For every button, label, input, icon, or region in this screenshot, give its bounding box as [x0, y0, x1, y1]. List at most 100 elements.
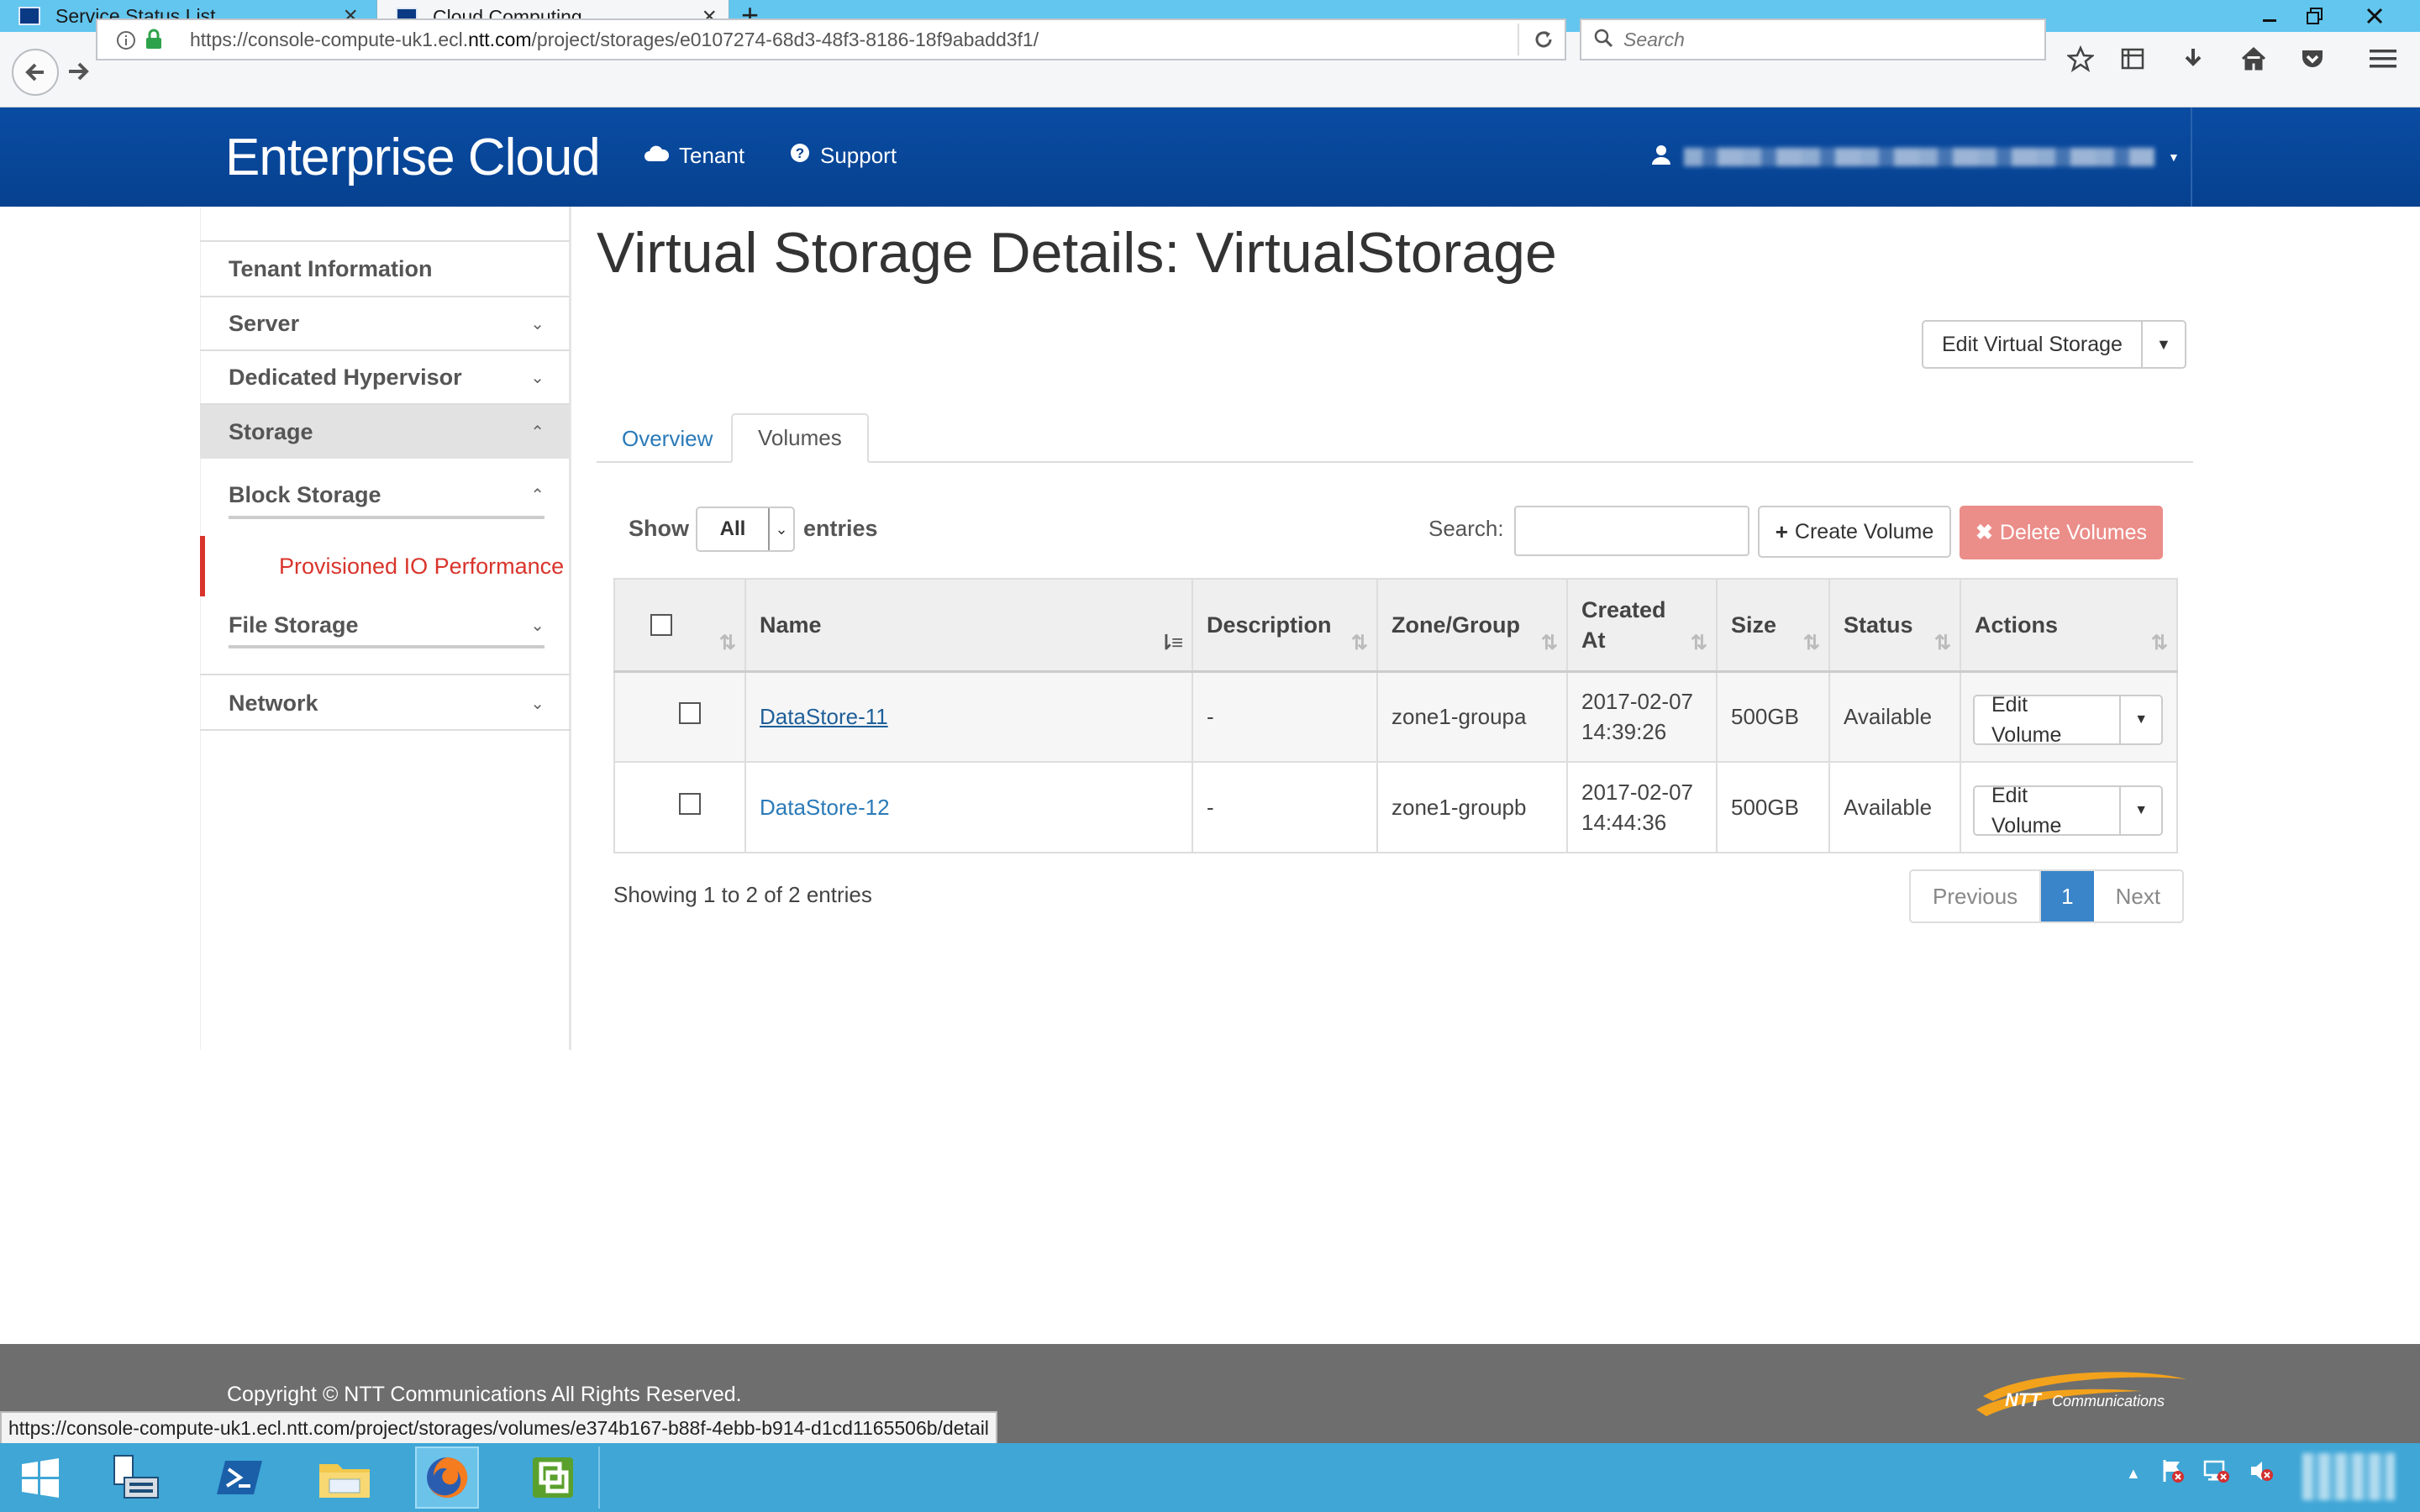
nav-support[interactable]: ? Support	[790, 143, 897, 169]
column-header-size[interactable]: Size ⇅	[1716, 578, 1830, 673]
browser-search-box[interactable]	[1580, 18, 2046, 60]
create-volume-label: Create Volume	[1794, 519, 1934, 543]
edit-volume-button[interactable]: Edit Volume	[1975, 784, 2122, 837]
search-icon	[1593, 28, 1613, 52]
status-cell: Available	[1828, 670, 1961, 763]
nav-support-label: Support	[820, 143, 897, 168]
url-text[interactable]: https://console-compute-uk1.ecl.ntt.com/…	[190, 29, 1039, 51]
edit-volume-button[interactable]: Edit Volume	[1975, 693, 2122, 747]
create-volume-button[interactable]: + Create Volume	[1758, 506, 1951, 558]
user-menu[interactable]: ▼	[1652, 144, 2180, 169]
address-bar[interactable]: https://console-compute-uk1.ecl.ntt.com/…	[96, 18, 1566, 60]
tab-volumes[interactable]: Volumes	[731, 413, 869, 463]
sidebar-item-label: File Storage	[229, 612, 359, 638]
edit-volume-button-group: Edit Volume ▼	[1973, 693, 2163, 747]
volume-name-link[interactable]: DataStore-11	[760, 704, 888, 729]
sidebar-item-dedicated-hypervisor[interactable]: Dedicated Hypervisor ⌄	[200, 349, 570, 403]
chevron-up-icon: ⌃	[530, 423, 544, 442]
bookmark-star-icon[interactable]	[2062, 40, 2099, 77]
sort-descending-icon[interactable]: ⇂≡	[1158, 628, 1183, 659]
close-window-icon[interactable]	[2349, 0, 2400, 32]
entries-per-page-select[interactable]: All ⌄	[696, 507, 795, 552]
minimize-window-icon[interactable]	[2249, 0, 2291, 32]
pagination-page-1[interactable]: 1	[2041, 871, 2094, 921]
sidebar-item-server[interactable]: Server ⌄	[200, 296, 570, 349]
actions-cell: Edit Volume ▼	[1960, 761, 2178, 853]
caret-down-icon[interactable]: ▼	[2121, 787, 2161, 834]
firefox-taskbar-icon[interactable]	[415, 1446, 479, 1509]
brand-logo[interactable]: Enterprise Cloud	[225, 128, 601, 187]
edit-virtual-storage-button[interactable]: Edit Virtual Storage	[1923, 322, 2143, 367]
sidebar-item-network[interactable]: Network ⌄	[200, 674, 570, 731]
sort-icon[interactable]: ⇅	[1351, 628, 1368, 659]
delete-volumes-button[interactable]: ✖ Delete Volumes	[1960, 506, 2163, 559]
sort-icon[interactable]: ⇅	[1541, 628, 1558, 659]
sidebar-item-tenant-information[interactable]: Tenant Information	[200, 240, 570, 296]
sort-icon[interactable]: ⇅	[1803, 628, 1820, 659]
sidebar-item-provisioned-io-performance[interactable]: Provisioned IO Performance	[200, 536, 571, 596]
redacted-clock[interactable]	[2302, 1453, 2395, 1500]
home-icon[interactable]	[2235, 40, 2272, 77]
pagination-next[interactable]: Next	[2094, 871, 2182, 921]
sidebar-item-label: Block Storage	[229, 481, 381, 507]
vsphere-client-icon[interactable]	[521, 1446, 585, 1509]
nav-tenant[interactable]: Tenant	[644, 143, 744, 169]
volume-muted-icon[interactable]	[2249, 1458, 2274, 1489]
column-header-description[interactable]: Description ⇅	[1192, 578, 1378, 673]
table-search-input[interactable]	[1514, 506, 1749, 556]
sort-icon[interactable]: ⇅	[1934, 628, 1951, 659]
download-arrow-icon[interactable]	[2175, 40, 2212, 77]
volumes-table: ⇅ Name ⇂≡ Description ⇅ Zone/Group ⇅ Create…	[613, 578, 2178, 853]
menu-hamburger-icon[interactable]	[2365, 40, 2402, 77]
sort-icon[interactable]: ⇅	[719, 628, 736, 659]
row-checkbox[interactable]	[679, 793, 701, 815]
copyright-text: Copyright © NTT Communications All Right…	[227, 1383, 742, 1406]
table-row: DataStore-12 - zone1-groupb 2017-02-07 14…	[613, 761, 2178, 853]
sidebar-item-storage[interactable]: Storage ⌃	[200, 403, 570, 459]
row-checkbox[interactable]	[679, 702, 701, 725]
edit-volume-button-group: Edit Volume ▼	[1973, 784, 2163, 837]
windows-start-icon[interactable]	[8, 1446, 72, 1509]
tray-expand-icon[interactable]: ▲	[2126, 1465, 2141, 1483]
select-all-checkbox[interactable]	[650, 613, 672, 636]
column-header-label: Actions	[1975, 612, 2059, 638]
volume-name-link[interactable]: DataStore-12	[760, 795, 890, 820]
sidebar-item-label: Tenant Information	[229, 255, 433, 281]
size-cell: 500GB	[1716, 670, 1830, 763]
caret-down-icon[interactable]: ▼	[2121, 696, 2161, 743]
column-header-actions[interactable]: Actions ⇅	[1960, 578, 2178, 673]
chevron-down-icon: ⌄	[768, 508, 793, 550]
column-header-label: Status	[1844, 612, 1913, 638]
sidebar-item-block-storage[interactable]: Block Storage ⌃	[200, 469, 570, 521]
sidebar-item-file-storage[interactable]: File Storage ⌄	[200, 600, 570, 650]
browser-search-input[interactable]	[1623, 28, 2018, 51]
bookmarks-list-icon[interactable]	[2114, 40, 2151, 77]
size-cell: 500GB	[1716, 761, 1830, 853]
show-label: Show	[629, 516, 689, 541]
pocket-icon[interactable]	[2294, 40, 2331, 77]
sort-icon[interactable]: ⇅	[2151, 628, 2168, 659]
network-status-icon[interactable]	[2203, 1458, 2230, 1489]
column-header-label: Zone/Group	[1392, 612, 1520, 638]
svg-text:Communications: Communications	[2052, 1393, 2165, 1410]
file-explorer-icon[interactable]	[313, 1446, 376, 1509]
back-arrow-icon[interactable]	[12, 49, 59, 96]
cloud-icon	[644, 143, 670, 169]
action-center-flag-icon[interactable]	[2160, 1458, 2185, 1489]
reload-icon[interactable]	[1533, 29, 1555, 55]
pagination-previous[interactable]: Previous	[1911, 871, 2042, 921]
column-header-status[interactable]: Status ⇅	[1828, 578, 1961, 673]
column-header-zone-group[interactable]: Zone/Group ⇅	[1376, 578, 1568, 673]
question-icon: ?	[790, 143, 810, 169]
forward-arrow-icon[interactable]	[66, 59, 91, 84]
sort-icon[interactable]: ⇅	[1691, 628, 1707, 659]
info-icon[interactable]	[116, 30, 136, 55]
tab-overview[interactable]: Overview	[597, 415, 738, 463]
powershell-icon[interactable]	[208, 1446, 272, 1509]
column-header-name[interactable]: Name ⇂≡	[744, 578, 1193, 673]
restore-window-icon[interactable]	[2294, 0, 2336, 32]
caret-down-icon[interactable]: ▼	[2143, 322, 2185, 367]
sidebar-divider	[200, 729, 571, 731]
server-manager-icon[interactable]	[104, 1446, 168, 1509]
column-header-created-at[interactable]: Created At ⇅	[1566, 578, 1718, 673]
